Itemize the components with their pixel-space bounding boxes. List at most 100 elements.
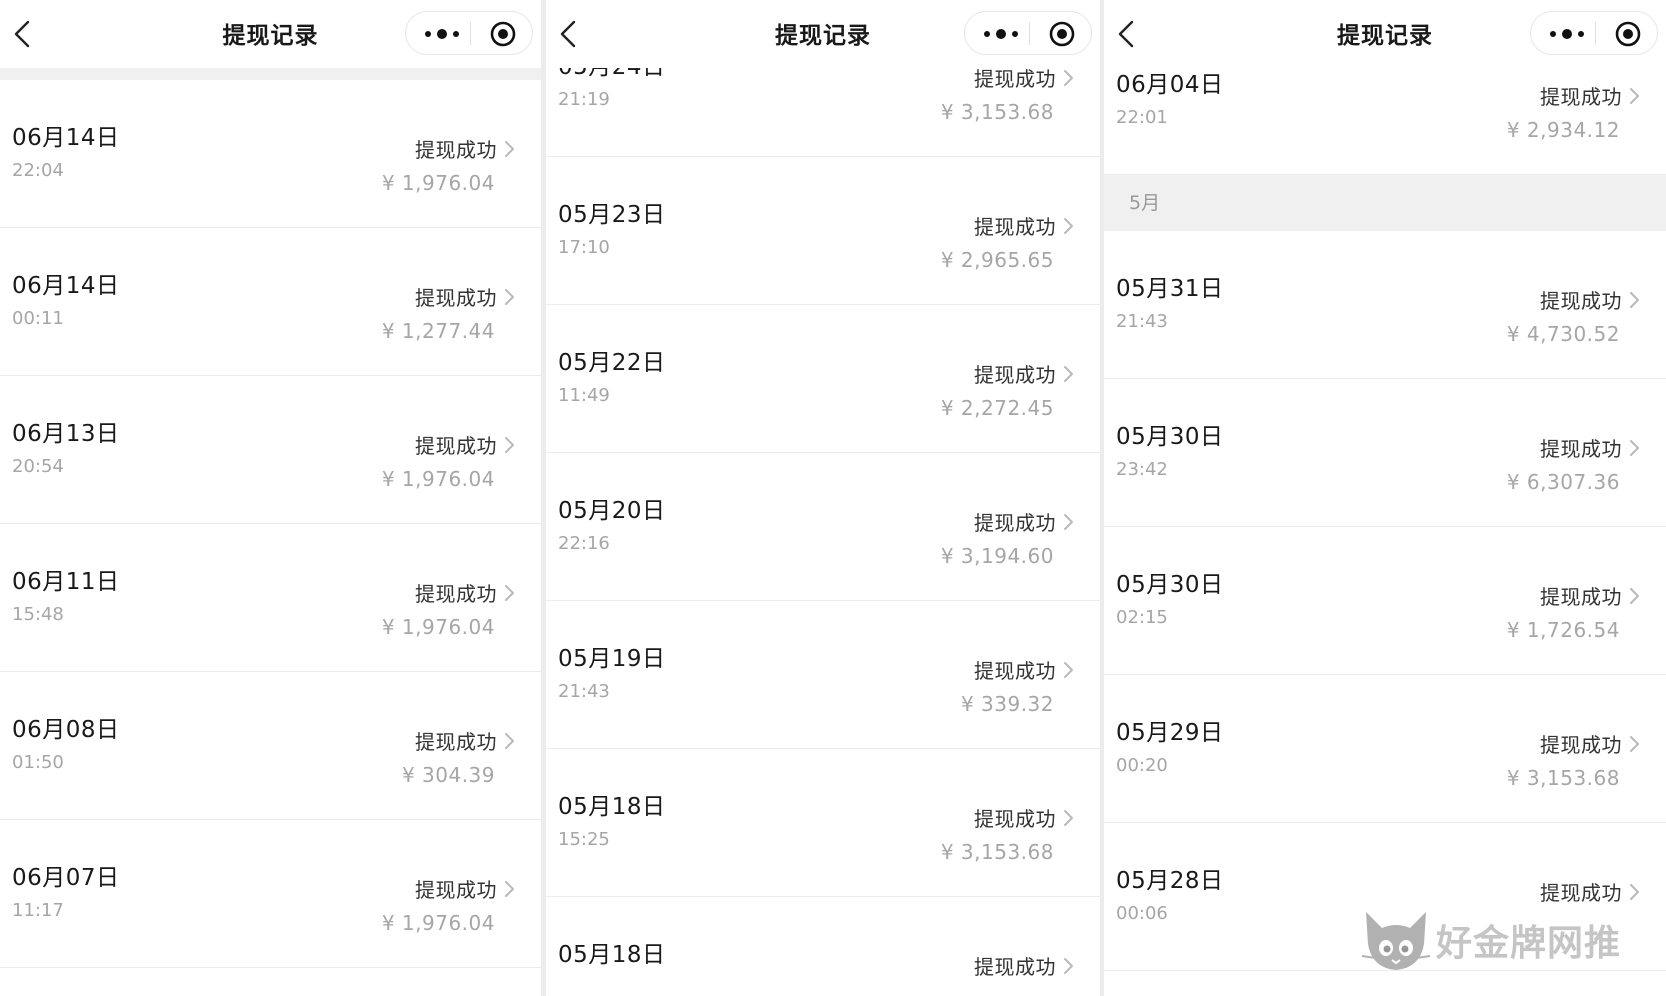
record-status: 提现成功 (415, 730, 497, 754)
record-amount: ¥ 3,153.68 (1506, 766, 1620, 790)
record-time: 21:19 (558, 89, 610, 110)
record-row[interactable]: 05月18日 15:25 提现成功 ¥ 3,153.68 (546, 749, 1100, 897)
record-amount: ¥ 3,194.60 (940, 544, 1054, 568)
record-amount: ¥ 3,153.68 (940, 840, 1054, 864)
record-date: 05月19日 (558, 646, 666, 672)
record-status: 提现成功 (974, 363, 1056, 387)
record-date: 06月13日 (12, 421, 120, 447)
close-target-icon[interactable] (1047, 19, 1077, 49)
record-row[interactable]: 06月07日 11:17 提现成功 ¥ 1,976.04 (0, 820, 541, 968)
record-row[interactable]: 06月11日 15:48 提现成功 ¥ 1,976.04 (0, 524, 541, 672)
capsule-divider (1029, 22, 1030, 45)
record-status: 提现成功 (1540, 585, 1622, 609)
record-status: 提现成功 (415, 286, 497, 310)
record-row[interactable]: 06月14日 22:04 提现成功 ¥ 1,976.04 (0, 80, 541, 228)
record-date: 06月14日 (12, 273, 120, 299)
record-row[interactable]: 05月31日 21:43 提现成功 ¥ 4,730.52 (1104, 231, 1666, 379)
record-date: 06月11日 (12, 569, 120, 595)
record-date: 06月04日 (1116, 72, 1224, 98)
chevron-right-icon (505, 585, 514, 601)
chevron-right-icon (505, 437, 514, 453)
close-target-icon[interactable] (488, 19, 518, 49)
chevron-right-icon (1630, 440, 1639, 456)
record-status: 提现成功 (415, 434, 497, 458)
record-list: 06月14日 22:04 提现成功 ¥ 1,976.04 06月14日 00:1… (0, 80, 541, 996)
chevron-right-icon (1064, 810, 1073, 826)
record-date: 05月18日 (558, 794, 666, 820)
more-icon[interactable] (1547, 26, 1587, 42)
record-date: 06月14日 (12, 125, 120, 151)
record-status: 提现成功 (1540, 289, 1622, 313)
record-time: 22:04 (12, 160, 64, 181)
record-time: 11:17 (12, 900, 64, 921)
more-icon[interactable] (981, 26, 1021, 42)
record-amount: ¥ 1,726.54 (1506, 618, 1620, 642)
record-status: 提现成功 (1540, 437, 1622, 461)
record-amount: ¥ 4,730.52 (1506, 322, 1620, 346)
record-status: 提现成功 (1540, 733, 1622, 757)
record-time: 00:11 (12, 308, 64, 329)
more-icon[interactable] (422, 26, 462, 42)
withdrawal-panel-2: 提现记录 05月24日 21:19 提现成功 ¥ 3,153.68 (546, 0, 1100, 996)
record-row[interactable]: 05月30日 23:42 提现成功 ¥ 6,307.36 (1104, 379, 1666, 527)
record-status: 提现成功 (415, 138, 497, 162)
mini-program-capsule (964, 11, 1092, 55)
record-time: 22:01 (1116, 107, 1168, 128)
record-time: 02:15 (1116, 607, 1168, 628)
record-amount: ¥ 3,153.68 (940, 100, 1054, 124)
chevron-right-icon (1630, 292, 1639, 308)
record-date: 05月18日 (558, 942, 666, 968)
record-status: 提现成功 (974, 955, 1056, 979)
close-target-icon[interactable] (1613, 19, 1643, 49)
record-amount: ¥ 1,976.04 (381, 171, 495, 195)
list-top-divider (0, 68, 541, 80)
record-amount: ¥ 6,307.36 (1506, 470, 1620, 494)
record-time: 00:06 (1116, 903, 1168, 924)
capsule-divider (470, 22, 471, 45)
chevron-right-icon (505, 141, 514, 157)
record-row[interactable]: 06月14日 00:11 提现成功 ¥ 1,277.44 (0, 228, 541, 376)
record-time: 01:50 (12, 752, 64, 773)
record-row[interactable]: 06月08日 01:50 提现成功 ¥ 304.39 (0, 672, 541, 820)
chevron-right-icon (1630, 588, 1639, 604)
record-date: 05月30日 (1116, 572, 1224, 598)
record-status: 提现成功 (974, 659, 1056, 683)
record-row[interactable]: 05月20日 22:16 提现成功 ¥ 3,194.60 (546, 453, 1100, 601)
record-row[interactable]: 05月30日 02:15 提现成功 ¥ 1,726.54 (1104, 527, 1666, 675)
record-time: 15:48 (12, 604, 64, 625)
record-status: 提现成功 (415, 582, 497, 606)
capsule-divider (1595, 22, 1596, 45)
chevron-right-icon (1630, 88, 1639, 104)
month-section-header: 5月 (1104, 175, 1666, 231)
record-row[interactable]: 05月22日 11:49 提现成功 ¥ 2,272.45 (546, 305, 1100, 453)
cat-logo-icon (1361, 912, 1431, 970)
record-time: 20:54 (12, 456, 64, 477)
record-row[interactable]: 05月18日 提现成功 (546, 897, 1100, 996)
record-amount: ¥ 304.39 (401, 763, 495, 787)
record-date: 05月31日 (1116, 276, 1224, 302)
chevron-right-icon (505, 881, 514, 897)
record-status: 提现成功 (1540, 85, 1622, 109)
record-time: 00:20 (1116, 755, 1168, 776)
record-amount: ¥ 1,976.04 (381, 911, 495, 935)
watermark: 好金牌网推 (1358, 904, 1658, 976)
record-time: 21:43 (558, 681, 610, 702)
record-time: 23:42 (1116, 459, 1168, 480)
record-amount: ¥ 1,277.44 (381, 319, 495, 343)
record-time: 22:16 (558, 533, 610, 554)
record-time: 21:43 (1116, 311, 1168, 332)
record-status: 提现成功 (974, 511, 1056, 535)
record-amount: ¥ 2,965.65 (940, 248, 1054, 272)
chevron-right-icon (1064, 366, 1073, 382)
record-row[interactable]: 05月23日 17:10 提现成功 ¥ 2,965.65 (546, 157, 1100, 305)
chevron-right-icon (1630, 884, 1639, 900)
chevron-right-icon (505, 733, 514, 749)
record-row[interactable]: 06月13日 20:54 提现成功 ¥ 1,976.04 (0, 376, 541, 524)
record-list: 06月04日 22:01 提现成功 ¥ 2,934.12 5月 05月31日 2… (1104, 27, 1666, 996)
mini-program-capsule (405, 11, 533, 55)
chevron-right-icon (1064, 958, 1073, 974)
chevron-right-icon (1064, 514, 1073, 530)
record-row[interactable]: 05月19日 21:43 提现成功 ¥ 339.32 (546, 601, 1100, 749)
record-date: 05月29日 (1116, 720, 1224, 746)
record-row[interactable]: 05月29日 00:20 提现成功 ¥ 3,153.68 (1104, 675, 1666, 823)
